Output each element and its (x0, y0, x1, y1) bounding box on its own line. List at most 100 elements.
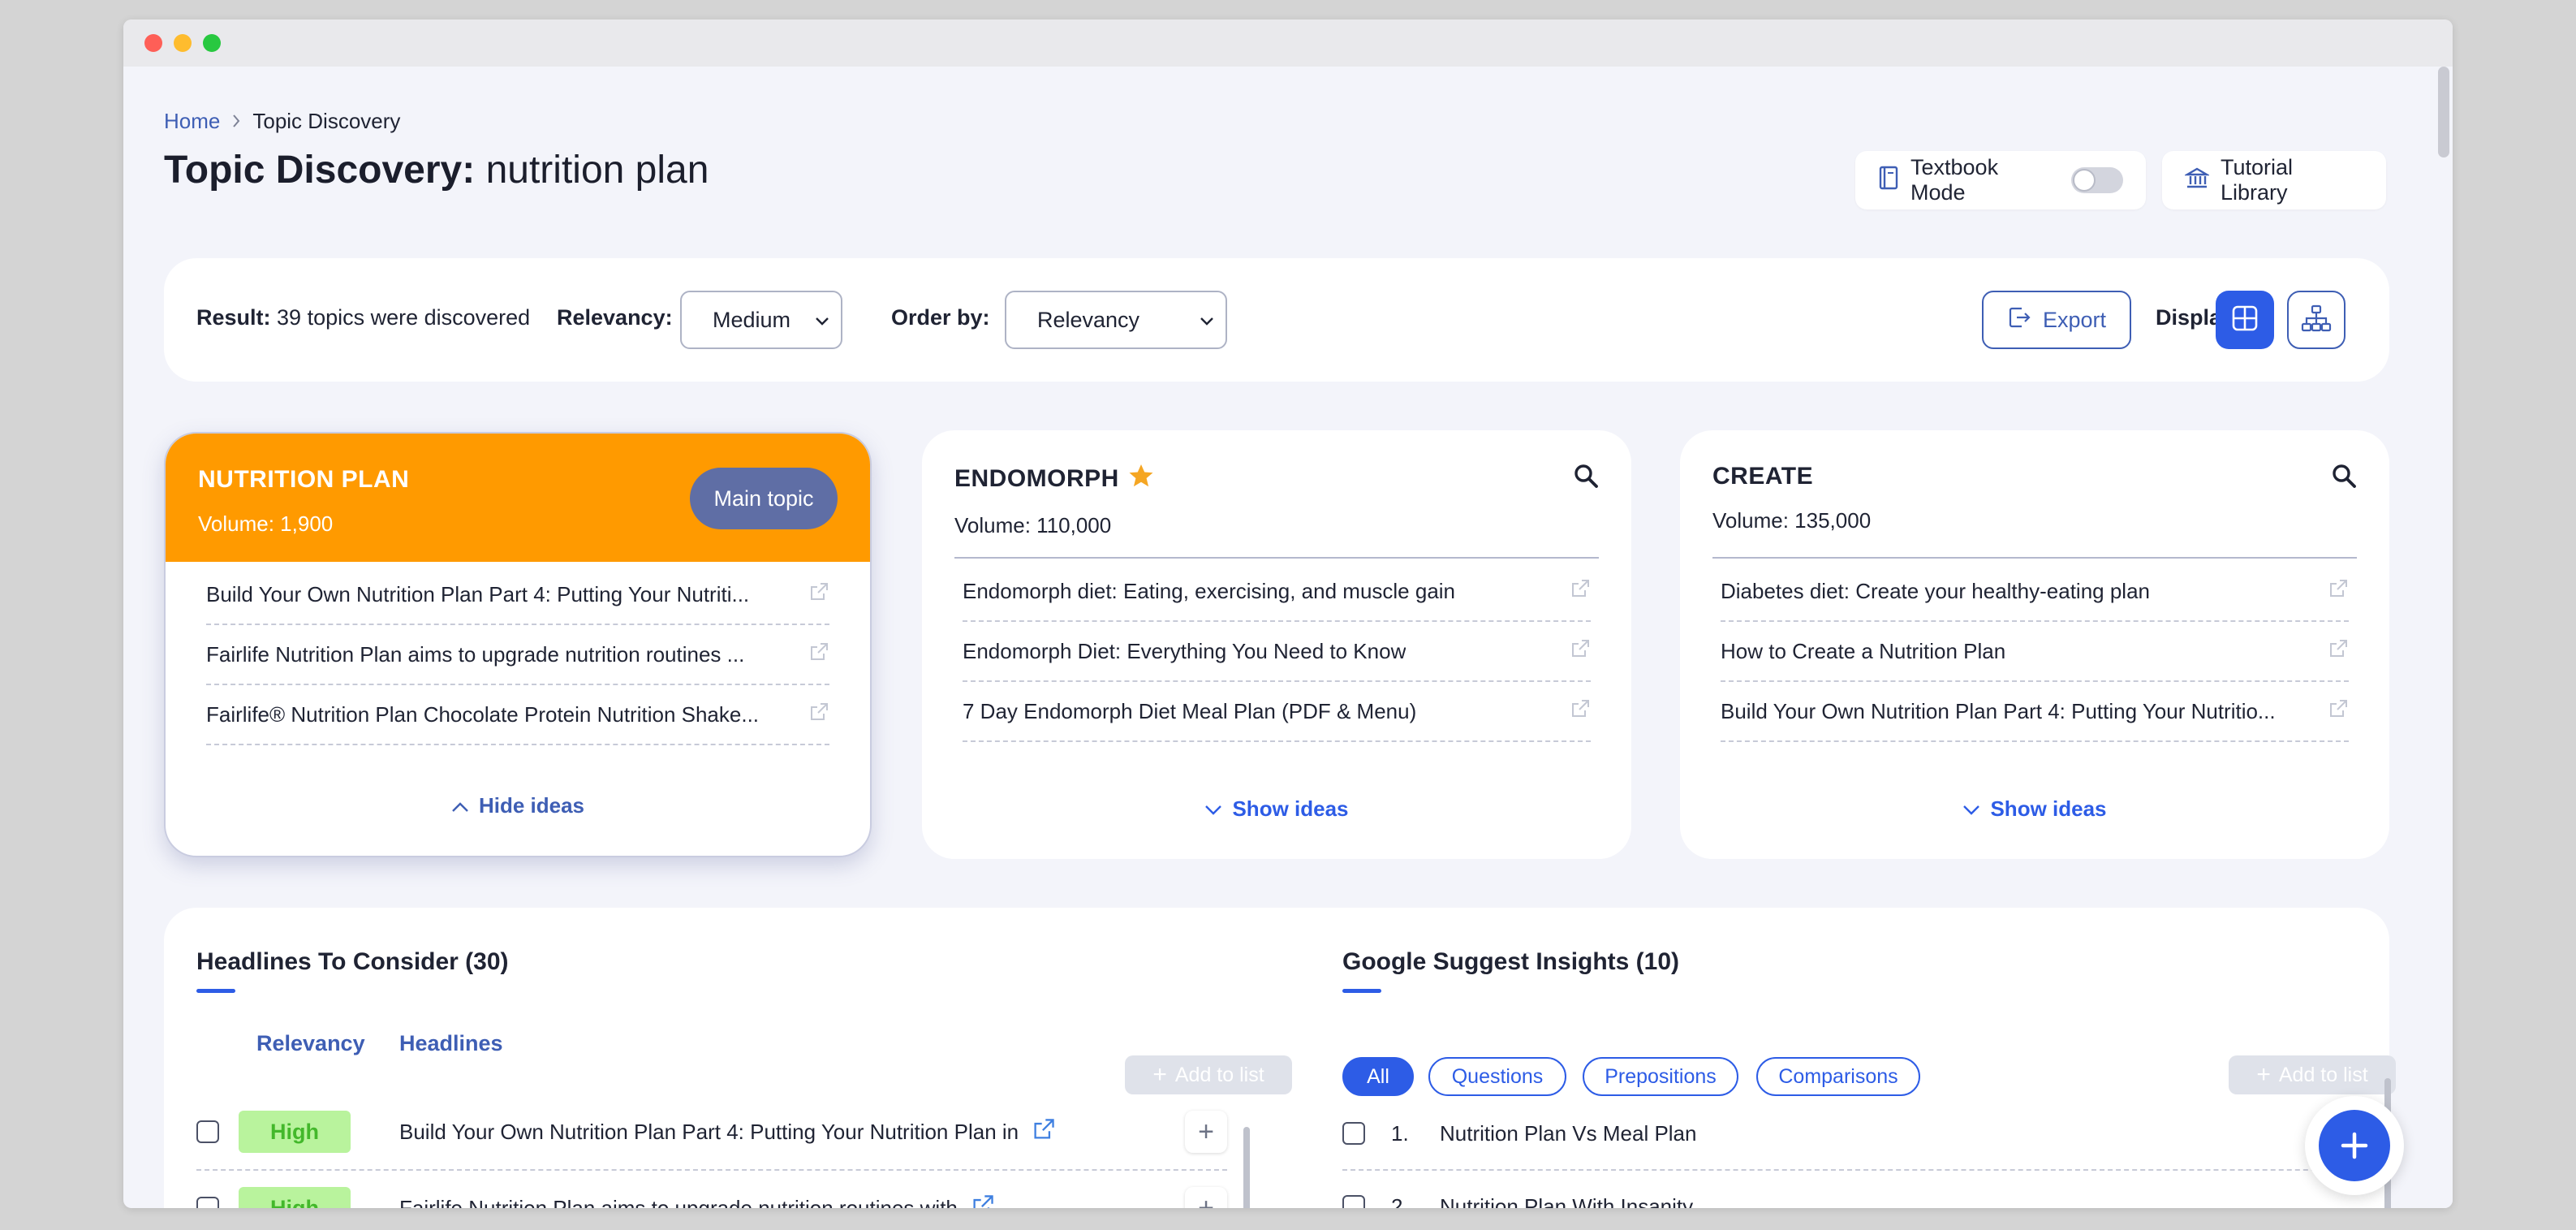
suggest-number: 2. (1391, 1193, 1409, 1209)
filter-tab-all[interactable]: All (1342, 1057, 1414, 1096)
show-ideas-button[interactable]: Show ideas (1680, 796, 2389, 822)
tree-view-button[interactable] (2287, 291, 2346, 349)
textbook-mode-toggle[interactable] (2071, 167, 2123, 193)
topic-card-main[interactable]: NUTRITION PLAN Volume: 1,900 Main topic … (164, 432, 872, 857)
floating-add-button[interactable] (2305, 1096, 2404, 1195)
headlines-title: Headlines To Consider (30) (196, 948, 509, 975)
idea-list: Diabetes diet: Create your healthy-eatin… (1721, 562, 2349, 742)
plus-icon: + (1152, 1061, 1167, 1088)
row-checkbox[interactable] (1342, 1195, 1365, 1208)
table-row[interactable]: High Fairlife Nutrition Plan aims to upg… (196, 1171, 1227, 1208)
export-icon (2007, 305, 2031, 335)
topic-card-header: ENDOMORPH Volume: 110,000 (922, 430, 1631, 559)
idea-item[interactable]: 7 Day Endomorph Diet Meal Plan (PDF & Me… (963, 682, 1591, 742)
page-scroll-thumb[interactable] (2438, 67, 2449, 158)
headlines-add-to-list-button[interactable]: + Add to list (1125, 1055, 1292, 1094)
plus-icon (2319, 1110, 2390, 1181)
search-icon[interactable] (2331, 463, 2357, 493)
card-divider (954, 557, 1599, 559)
row-checkbox[interactable] (196, 1120, 219, 1143)
suggest-text: Nutrition Plan With Insanity (1440, 1193, 1694, 1209)
show-ideas-label: Show ideas (1990, 796, 2107, 821)
list-item[interactable]: 1. Nutrition Plan Vs Meal Plan (1342, 1098, 2349, 1171)
show-ideas-button[interactable]: Show ideas (922, 796, 1631, 822)
page-scrollbar[interactable] (2435, 67, 2453, 1208)
idea-list: Build Your Own Nutrition Plan Part 4: Pu… (206, 565, 829, 745)
star-icon[interactable] (1127, 463, 1155, 495)
topic-card-title: ENDOMORPH (954, 465, 1119, 492)
idea-item[interactable]: Build Your Own Nutrition Plan Part 4: Pu… (1721, 682, 2349, 742)
minimize-window-button[interactable] (174, 34, 192, 52)
suggest-add-to-list-button[interactable]: + Add to list (2229, 1055, 2396, 1094)
external-link-icon[interactable] (1570, 578, 1591, 605)
topic-card-create[interactable]: CREATE Volume: 135,000 Diabetes diet: Cr… (1680, 430, 2389, 859)
idea-item[interactable]: Fairlife Nutrition Plan aims to upgrade … (206, 625, 829, 685)
external-link-icon[interactable] (1032, 1117, 1056, 1147)
chevron-down-icon (1200, 310, 1214, 331)
add-to-list-label: Add to list (1174, 1063, 1264, 1086)
external-link-icon[interactable] (1570, 638, 1591, 665)
plus-icon: + (2256, 1061, 2271, 1088)
row-checkbox[interactable] (196, 1197, 219, 1208)
idea-item[interactable]: How to Create a Nutrition Plan (1721, 622, 2349, 682)
external-link-icon[interactable] (2328, 578, 2349, 605)
headlines-column-header[interactable]: Headlines (399, 1031, 503, 1056)
row-checkbox[interactable] (1342, 1122, 1365, 1145)
library-icon (2183, 166, 2211, 195)
tutorial-library-button[interactable]: Tutorial Library (2162, 151, 2386, 209)
add-headline-button[interactable]: + (1185, 1111, 1227, 1153)
add-headline-button[interactable]: + (1185, 1187, 1227, 1208)
topic-card-title-row: ENDOMORPH (954, 463, 1599, 495)
maximize-window-button[interactable] (203, 34, 221, 52)
filter-tab-questions[interactable]: Questions (1428, 1057, 1566, 1096)
chevron-down-icon (1962, 796, 1980, 822)
external-link-icon[interactable] (808, 581, 829, 608)
relevancy-value: Medium (713, 307, 791, 332)
export-button[interactable]: Export (1982, 291, 2131, 349)
filter-tab-prepositions[interactable]: Prepositions (1583, 1057, 1738, 1096)
search-icon[interactable] (1573, 463, 1599, 493)
idea-item[interactable]: Diabetes diet: Create your healthy-eatin… (1721, 562, 2349, 622)
topic-card-endomorph[interactable]: ENDOMORPH Volume: 110,000 Endomorph diet… (922, 430, 1631, 859)
breadcrumb: Home Topic Discovery (164, 109, 400, 134)
idea-text: Build Your Own Nutrition Plan Part 4: Pu… (206, 581, 750, 606)
idea-text: Fairlife Nutrition Plan aims to upgrade … (206, 641, 745, 667)
idea-text: Endomorph diet: Eating, exercising, and … (963, 578, 1456, 603)
table-row[interactable]: High Build Your Own Nutrition Plan Part … (196, 1094, 1227, 1171)
page-content: Home Topic Discovery Topic Discovery: nu… (123, 67, 2453, 1208)
idea-item[interactable]: Fairlife® Nutrition Plan Chocolate Prote… (206, 685, 829, 745)
sitemap-icon (2301, 304, 2332, 336)
external-link-icon[interactable] (971, 1193, 995, 1208)
topic-card-volume: Volume: 135,000 (1712, 508, 1872, 533)
external-link-icon[interactable] (2328, 698, 2349, 725)
order-by-select[interactable]: Relevancy (1005, 291, 1227, 349)
topic-card-header: NUTRITION PLAN Volume: 1,900 Main topic (166, 434, 870, 562)
idea-text: Endomorph Diet: Everything You Need to K… (963, 638, 1406, 663)
external-link-icon[interactable] (808, 701, 829, 728)
idea-item[interactable]: Endomorph Diet: Everything You Need to K… (963, 622, 1591, 682)
suggest-text: Nutrition Plan Vs Meal Plan (1440, 1120, 1697, 1146)
topic-card-title: CREATE (1712, 463, 1814, 490)
google-suggest-underline (1342, 989, 1381, 993)
textbook-mode-control[interactable]: Textbook Mode (1855, 151, 2146, 209)
order-by-label: Order by: (891, 305, 990, 330)
hide-ideas-button[interactable]: Hide ideas (166, 793, 870, 818)
external-link-icon[interactable] (808, 641, 829, 668)
topic-card-header: CREATE Volume: 135,000 (1680, 430, 2389, 559)
idea-item[interactable]: Endomorph diet: Eating, exercising, and … (963, 562, 1591, 622)
add-to-list-label: Add to list (2278, 1063, 2368, 1086)
filter-tab-comparisons[interactable]: Comparisons (1756, 1057, 1920, 1096)
relevancy-column-header[interactable]: Relevancy (256, 1031, 365, 1056)
external-link-icon[interactable] (2328, 638, 2349, 665)
grid-view-button[interactable] (2216, 291, 2274, 349)
relevancy-select[interactable]: Medium (680, 291, 842, 349)
breadcrumb-home-link[interactable]: Home (164, 109, 220, 134)
page-title-prefix: Topic Discovery: (164, 149, 476, 192)
idea-item[interactable]: Build Your Own Nutrition Plan Part 4: Pu… (206, 565, 829, 625)
headlines-scrollbar[interactable] (1243, 1127, 1250, 1208)
external-link-icon[interactable] (1570, 698, 1591, 725)
headlines-underline (196, 989, 235, 993)
list-item[interactable]: 2. Nutrition Plan With Insanity (1342, 1171, 2349, 1208)
chevron-down-icon (815, 310, 829, 331)
close-window-button[interactable] (144, 34, 162, 52)
